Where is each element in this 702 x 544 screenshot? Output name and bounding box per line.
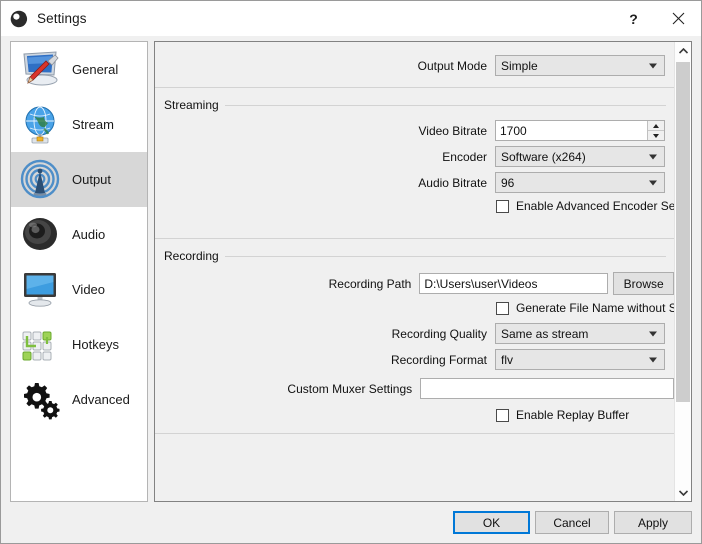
- no-space-filename-checkbox[interactable]: Generate File Name without Space: [496, 301, 674, 315]
- stepper-down-icon[interactable]: [648, 131, 664, 140]
- gears-icon: [17, 377, 63, 423]
- recording-format-select[interactable]: flv: [495, 349, 665, 370]
- recording-path-label: Recording Path: [328, 276, 412, 291]
- sidebar-item-output[interactable]: Output: [11, 152, 147, 207]
- apply-button[interactable]: Apply: [614, 511, 692, 534]
- chevron-down-icon: [649, 331, 657, 336]
- output-mode-value: Simple: [501, 58, 538, 73]
- sidebar-item-stream[interactable]: Stream: [11, 97, 147, 152]
- sidebar-item-label: Stream: [72, 117, 114, 132]
- speaker-icon: [17, 212, 63, 258]
- sidebar-item-label: Advanced: [72, 392, 130, 407]
- settings-window: Settings ? General Stream Output Audio V…: [0, 0, 702, 544]
- vertical-scrollbar[interactable]: [674, 42, 691, 501]
- replay-buffer-label: Enable Replay Buffer: [516, 408, 630, 422]
- audio-bitrate-select[interactable]: 96: [495, 172, 665, 193]
- video-bitrate-input[interactable]: 1700: [495, 120, 665, 141]
- encoder-label: Encoder: [442, 149, 487, 164]
- encoder-select[interactable]: Software (x264): [495, 146, 665, 167]
- sidebar-item-label: Audio: [72, 227, 106, 242]
- scrollbar-thumb[interactable]: [676, 62, 690, 402]
- advanced-encoder-checkbox[interactable]: Enable Advanced Encoder Settings: [496, 199, 674, 213]
- sidebar-item-label: Video: [72, 282, 106, 297]
- custom-muxer-input[interactable]: [420, 378, 674, 399]
- recording-path-value: D:\Users\user\Videos: [424, 276, 538, 291]
- video-bitrate-stepper[interactable]: [647, 121, 664, 140]
- recording-format-row: Recording Format flv: [155, 349, 674, 370]
- custom-muxer-label: Custom Muxer Settings: [287, 381, 413, 396]
- recording-quality-row: Recording Quality Same as stream: [155, 323, 674, 344]
- sidebar-item-label: General: [72, 62, 119, 77]
- sidebar-item-audio[interactable]: Audio: [11, 207, 147, 262]
- scrollbar-track[interactable]: [675, 59, 691, 484]
- dialog-footer: OK Cancel Apply: [1, 506, 701, 543]
- scroll-up-icon[interactable]: [675, 42, 691, 59]
- output-settings-panel: Output Mode Simple Streaming Video Bitra…: [154, 41, 692, 502]
- replay-buffer-checkbox[interactable]: Enable Replay Buffer: [496, 408, 629, 422]
- close-icon[interactable]: [656, 2, 701, 36]
- checkbox-box[interactable]: [496, 408, 509, 422]
- settings-sidebar[interactable]: General Stream Output Audio Video Hotkey…: [10, 41, 148, 502]
- output-mode-label: Output Mode: [417, 58, 487, 73]
- streaming-group-title: Streaming: [164, 98, 219, 112]
- sidebar-item-hotkeys[interactable]: Hotkeys: [11, 317, 147, 372]
- encoder-row: Encoder Software (x264): [155, 146, 674, 167]
- monitor-screwdriver-icon: [17, 47, 63, 93]
- help-button[interactable]: ?: [611, 2, 656, 36]
- recording-path-input[interactable]: D:\Users\user\Videos: [419, 273, 609, 294]
- recording-quality-label: Recording Quality: [391, 326, 487, 341]
- sidebar-item-video[interactable]: Video: [11, 262, 147, 317]
- recording-group-title: Recording: [164, 249, 219, 263]
- no-space-filename-label: Generate File Name without Space: [516, 301, 674, 315]
- checkbox-box[interactable]: [496, 301, 509, 315]
- streaming-separator: [155, 238, 674, 239]
- custom-muxer-row: Custom Muxer Settings: [155, 378, 674, 399]
- globe-icon: [17, 102, 63, 148]
- cancel-button[interactable]: Cancel: [535, 511, 609, 534]
- group-divider: [224, 255, 666, 257]
- recording-format-value: flv: [501, 352, 513, 367]
- recording-quality-value: Same as stream: [501, 326, 589, 341]
- recording-path-row: Recording Path D:\Users\user\Videos Brow…: [155, 272, 674, 295]
- obs-logo-icon: [10, 10, 28, 28]
- recording-format-label: Recording Format: [390, 352, 487, 367]
- video-bitrate-row: Video Bitrate 1700: [155, 120, 674, 141]
- title-bar: Settings ?: [1, 1, 701, 36]
- encoder-value: Software (x264): [501, 149, 586, 164]
- output-mode-row: Output Mode Simple: [155, 55, 674, 76]
- audio-bitrate-value: 96: [501, 175, 515, 190]
- window-title: Settings: [37, 11, 87, 26]
- sidebar-item-advanced[interactable]: Advanced: [11, 372, 147, 427]
- chevron-down-icon: [649, 180, 657, 185]
- group-divider: [224, 104, 666, 106]
- streaming-group-header: Streaming: [164, 98, 666, 112]
- audio-bitrate-label: Audio Bitrate: [418, 175, 487, 190]
- recording-group-header: Recording: [164, 249, 666, 263]
- advanced-encoder-label: Enable Advanced Encoder Settings: [516, 199, 674, 213]
- chevron-down-icon: [649, 357, 657, 362]
- sidebar-item-label: Hotkeys: [72, 337, 119, 352]
- recording-quality-select[interactable]: Same as stream: [495, 323, 665, 344]
- sidebar-item-label: Output: [72, 172, 112, 187]
- stepper-up-icon[interactable]: [648, 121, 664, 131]
- video-bitrate-label: Video Bitrate: [418, 123, 488, 138]
- monitor-icon: [17, 267, 63, 313]
- recording-separator: [155, 433, 674, 434]
- chevron-down-icon: [649, 63, 657, 68]
- keyboard-keys-icon: [17, 322, 63, 368]
- browse-button[interactable]: Browse: [613, 272, 674, 295]
- video-bitrate-value: 1700: [500, 123, 527, 138]
- output-mode-select[interactable]: Simple: [495, 55, 665, 76]
- checkbox-box[interactable]: [496, 199, 509, 213]
- sidebar-item-general[interactable]: General: [11, 42, 147, 97]
- chevron-down-icon: [649, 154, 657, 159]
- audio-bitrate-row: Audio Bitrate 96: [155, 172, 674, 193]
- ok-button[interactable]: OK: [453, 511, 530, 534]
- settings-scroll-area: Output Mode Simple Streaming Video Bitra…: [155, 42, 674, 501]
- scroll-down-icon[interactable]: [675, 484, 691, 501]
- broadcast-tower-icon: [17, 157, 63, 203]
- output-mode-separator: [155, 87, 674, 88]
